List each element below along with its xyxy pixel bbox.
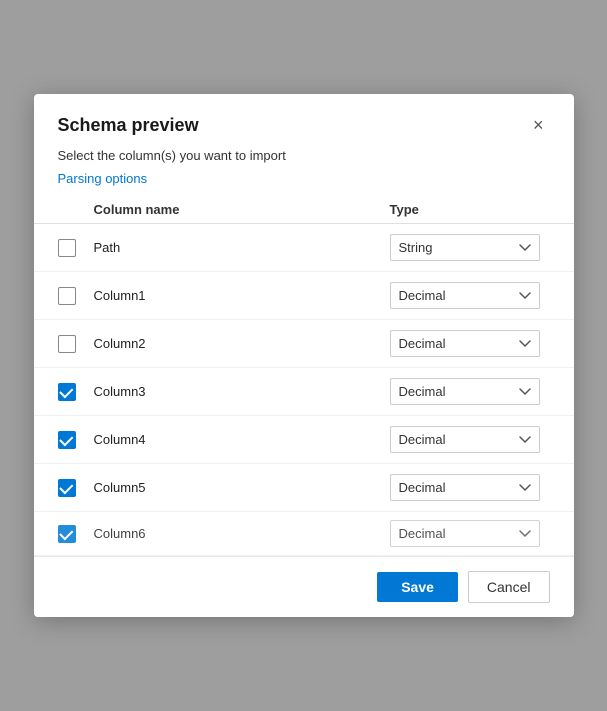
modal-header: Schema preview × [34, 94, 574, 148]
header-type-col: Type [390, 202, 550, 217]
table-row: Column4StringDecimalIntegerBooleanDateDa… [34, 416, 574, 464]
type-select-path[interactable]: StringDecimalIntegerBooleanDateDateTime [390, 234, 540, 261]
type-select-column6[interactable]: StringDecimalIntegerBooleanDateDateTime [390, 520, 540, 547]
checkbox-column5[interactable] [58, 479, 76, 497]
modal-footer: Save Cancel [34, 556, 574, 617]
schema-preview-modal: Schema preview × Select the column(s) yo… [34, 94, 574, 617]
table-body: PathStringDecimalIntegerBooleanDateDateT… [34, 224, 574, 556]
checkbox-column2[interactable] [58, 335, 76, 353]
table-row: Column3StringDecimalIntegerBooleanDateDa… [34, 368, 574, 416]
row-checkbox-col [58, 525, 94, 543]
table-row: Column6StringDecimalIntegerBooleanDateDa… [34, 512, 574, 556]
type-select-column3[interactable]: StringDecimalIntegerBooleanDateDateTime [390, 378, 540, 405]
type-select-col-column4: StringDecimalIntegerBooleanDateDateTime [390, 426, 550, 453]
type-select-col-column2: StringDecimalIntegerBooleanDateDateTime [390, 330, 550, 357]
row-checkbox-col [58, 383, 94, 401]
modal-subtitle: Select the column(s) you want to import [34, 148, 574, 171]
checkbox-column4[interactable] [58, 431, 76, 449]
column-name-column4: Column4 [94, 432, 390, 447]
type-select-column2[interactable]: StringDecimalIntegerBooleanDateDateTime [390, 330, 540, 357]
row-checkbox-col [58, 239, 94, 257]
type-select-col-column6: StringDecimalIntegerBooleanDateDateTime [390, 520, 550, 547]
checkbox-column3[interactable] [58, 383, 76, 401]
checkbox-path[interactable] [58, 239, 76, 257]
column-name-column5: Column5 [94, 480, 390, 495]
header-name-col: Column name [94, 202, 390, 217]
checkbox-column6[interactable] [58, 525, 76, 543]
row-checkbox-col [58, 479, 94, 497]
type-select-col-column5: StringDecimalIntegerBooleanDateDateTime [390, 474, 550, 501]
row-checkbox-col [58, 431, 94, 449]
table-row: Column2StringDecimalIntegerBooleanDateDa… [34, 320, 574, 368]
parsing-options-link[interactable]: Parsing options [34, 171, 574, 196]
column-name-column1: Column1 [94, 288, 390, 303]
column-name-column2: Column2 [94, 336, 390, 351]
table-header: Column name Type [34, 196, 574, 224]
type-select-column1[interactable]: StringDecimalIntegerBooleanDateDateTime [390, 282, 540, 309]
table-row: Column5StringDecimalIntegerBooleanDateDa… [34, 464, 574, 512]
column-name-column3: Column3 [94, 384, 390, 399]
type-select-column5[interactable]: StringDecimalIntegerBooleanDateDateTime [390, 474, 540, 501]
checkbox-column1[interactable] [58, 287, 76, 305]
row-checkbox-col [58, 335, 94, 353]
save-button[interactable]: Save [377, 572, 458, 602]
close-button[interactable]: × [527, 114, 550, 136]
column-name-path: Path [94, 240, 390, 255]
type-select-column4[interactable]: StringDecimalIntegerBooleanDateDateTime [390, 426, 540, 453]
type-select-col-column1: StringDecimalIntegerBooleanDateDateTime [390, 282, 550, 309]
row-checkbox-col [58, 287, 94, 305]
type-select-col-column3: StringDecimalIntegerBooleanDateDateTime [390, 378, 550, 405]
column-name-column6: Column6 [94, 526, 390, 541]
type-select-col-path: StringDecimalIntegerBooleanDateDateTime [390, 234, 550, 261]
table-row: Column1StringDecimalIntegerBooleanDateDa… [34, 272, 574, 320]
table-row: PathStringDecimalIntegerBooleanDateDateT… [34, 224, 574, 272]
modal-title: Schema preview [58, 115, 199, 136]
cancel-button[interactable]: Cancel [468, 571, 550, 603]
